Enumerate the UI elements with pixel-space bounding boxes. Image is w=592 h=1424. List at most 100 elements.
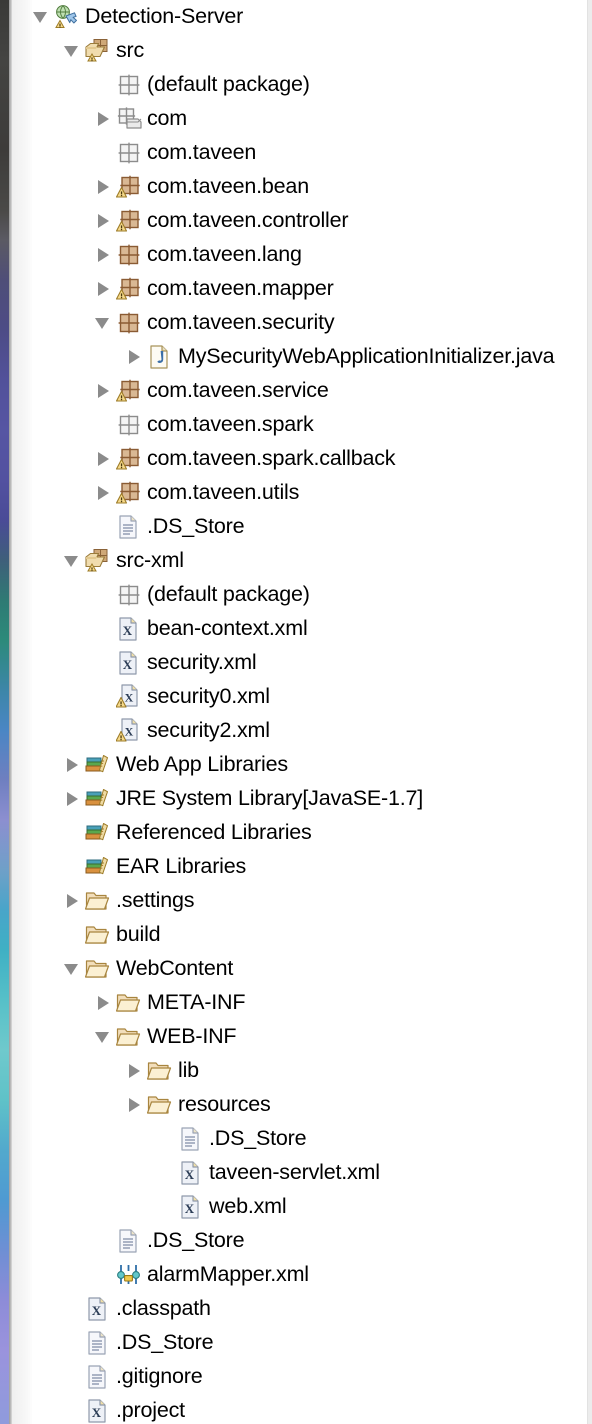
chevron-right-icon[interactable] bbox=[63, 748, 85, 782]
twisty-placeholder bbox=[63, 850, 85, 884]
tree-row[interactable]: .settings bbox=[32, 884, 587, 918]
tree-row-label: Web App Libraries bbox=[116, 752, 288, 777]
tree-row-label: web.xml bbox=[209, 1194, 287, 1219]
twisty-arrow bbox=[129, 1098, 140, 1112]
tree-row[interactable]: src-xml bbox=[32, 544, 587, 578]
chevron-right-icon[interactable] bbox=[63, 782, 85, 816]
tree-row[interactable]: src bbox=[32, 34, 587, 68]
tree-row[interactable]: com.taveen.lang bbox=[32, 238, 587, 272]
tree-row[interactable]: .gitignore bbox=[32, 1360, 587, 1394]
tree-row[interactable]: bean-context.xml bbox=[32, 612, 587, 646]
tree-row[interactable]: com.taveen.mapper bbox=[32, 272, 587, 306]
tree-row[interactable]: Referenced Libraries bbox=[32, 816, 587, 850]
chevron-right-icon[interactable] bbox=[63, 884, 85, 918]
tree-row[interactable]: JRE System Library [JavaSE-1.7] bbox=[32, 782, 587, 816]
tree-row-label: com.taveen bbox=[147, 140, 257, 165]
chevron-right-icon[interactable] bbox=[94, 204, 116, 238]
chevron-right-icon[interactable] bbox=[94, 170, 116, 204]
tree-row[interactable]: (default package) bbox=[32, 578, 587, 612]
twisty-arrow bbox=[98, 384, 109, 398]
tree-row-label: lib bbox=[178, 1058, 199, 1083]
tree-row[interactable]: com bbox=[32, 102, 587, 136]
package-warning-icon bbox=[116, 276, 142, 302]
chevron-down-icon[interactable] bbox=[94, 306, 116, 340]
chevron-down-icon[interactable] bbox=[94, 1020, 116, 1054]
xml-file-icon bbox=[85, 1398, 111, 1424]
text-file-icon bbox=[178, 1126, 204, 1152]
chevron-down-icon[interactable] bbox=[32, 0, 54, 34]
tree-row[interactable]: META-INF bbox=[32, 986, 587, 1020]
tree-row[interactable]: com.taveen.service bbox=[32, 374, 587, 408]
twisty-placeholder bbox=[63, 1394, 85, 1424]
tree-left-margin bbox=[12, 0, 32, 1424]
tree-row[interactable]: com.taveen.utils bbox=[32, 476, 587, 510]
tree-row-label: com.taveen.service bbox=[147, 378, 329, 403]
tree-row[interactable]: WEB-INF bbox=[32, 1020, 587, 1054]
tree-row[interactable]: Detection-Server bbox=[32, 0, 587, 34]
twisty-placeholder bbox=[63, 1360, 85, 1394]
tree-row[interactable]: lib bbox=[32, 1054, 587, 1088]
tree-row-label: security0.xml bbox=[147, 684, 270, 709]
twisty-arrow bbox=[98, 214, 109, 228]
tree-row[interactable]: web.xml bbox=[32, 1190, 587, 1224]
tree-row[interactable]: .project bbox=[32, 1394, 587, 1424]
tree-row[interactable]: .DS_Store bbox=[32, 1224, 587, 1258]
chevron-right-icon[interactable] bbox=[94, 272, 116, 306]
tree-row[interactable]: .DS_Store bbox=[32, 1326, 587, 1360]
twisty-arrow bbox=[98, 180, 109, 194]
tree-row[interactable]: .DS_Store bbox=[32, 1122, 587, 1156]
twisty-arrow bbox=[98, 486, 109, 500]
package-parent-icon bbox=[116, 106, 142, 132]
tree-row[interactable]: MySecurityWebApplicationInitializer.java bbox=[32, 340, 587, 374]
tree-row[interactable]: build bbox=[32, 918, 587, 952]
xml-file-warning-icon bbox=[116, 718, 142, 744]
tree-row[interactable]: security2.xml bbox=[32, 714, 587, 748]
tree-row[interactable]: resources bbox=[32, 1088, 587, 1122]
twisty-placeholder bbox=[94, 680, 116, 714]
twisty-arrow bbox=[33, 12, 47, 23]
tree-row[interactable]: .DS_Store bbox=[32, 510, 587, 544]
tree-row[interactable]: security0.xml bbox=[32, 680, 587, 714]
chevron-down-icon[interactable] bbox=[63, 34, 85, 68]
twisty-placeholder bbox=[94, 714, 116, 748]
package-warning-icon bbox=[116, 174, 142, 200]
tree-row[interactable]: .classpath bbox=[32, 1292, 587, 1326]
tree-row[interactable]: com.taveen.security bbox=[32, 306, 587, 340]
chevron-right-icon[interactable] bbox=[125, 1088, 147, 1122]
tree-row[interactable]: Web App Libraries bbox=[32, 748, 587, 782]
tree-row[interactable]: WebContent bbox=[32, 952, 587, 986]
tree-row-label: EAR Libraries bbox=[116, 854, 247, 879]
chevron-right-icon[interactable] bbox=[125, 1054, 147, 1088]
desktop-wallpaper-sliver bbox=[0, 0, 9, 1424]
tree-row-label: WebContent bbox=[116, 956, 234, 981]
chevron-down-icon[interactable] bbox=[63, 952, 85, 986]
chevron-right-icon[interactable] bbox=[94, 476, 116, 510]
tree-row[interactable]: com.taveen.spark.callback bbox=[32, 442, 587, 476]
tree-row[interactable]: (default package) bbox=[32, 68, 587, 102]
chevron-right-icon[interactable] bbox=[125, 340, 147, 374]
chevron-right-icon[interactable] bbox=[94, 102, 116, 136]
chevron-right-icon[interactable] bbox=[94, 442, 116, 476]
chevron-right-icon[interactable] bbox=[94, 238, 116, 272]
twisty-placeholder bbox=[94, 578, 116, 612]
tree-row[interactable]: com.taveen bbox=[32, 136, 587, 170]
panel-right-sash[interactable] bbox=[587, 0, 592, 1424]
chevron-right-icon[interactable] bbox=[94, 374, 116, 408]
tree-row-label: build bbox=[116, 922, 161, 947]
tree-row[interactable]: EAR Libraries bbox=[32, 850, 587, 884]
tree-row[interactable]: alarmMapper.xml bbox=[32, 1258, 587, 1292]
twisty-arrow bbox=[95, 1032, 109, 1043]
chevron-down-icon[interactable] bbox=[63, 544, 85, 578]
tree-row-label: com.taveen.lang bbox=[147, 242, 302, 267]
tree-row[interactable]: com.taveen.bean bbox=[32, 170, 587, 204]
chevron-right-icon[interactable] bbox=[94, 986, 116, 1020]
tree-row[interactable]: security.xml bbox=[32, 646, 587, 680]
mybatis-mapper-icon bbox=[116, 1262, 142, 1288]
tree-row[interactable]: taveen-servlet.xml bbox=[32, 1156, 587, 1190]
project-tree[interactable]: Detection-Server src (default package) com c… bbox=[32, 0, 587, 1424]
tree-row-label: .DS_Store bbox=[147, 514, 245, 539]
tree-row-label: alarmMapper.xml bbox=[147, 1262, 309, 1287]
folder-icon bbox=[85, 956, 111, 982]
tree-row[interactable]: com.taveen.controller bbox=[32, 204, 587, 238]
tree-row[interactable]: com.taveen.spark bbox=[32, 408, 587, 442]
